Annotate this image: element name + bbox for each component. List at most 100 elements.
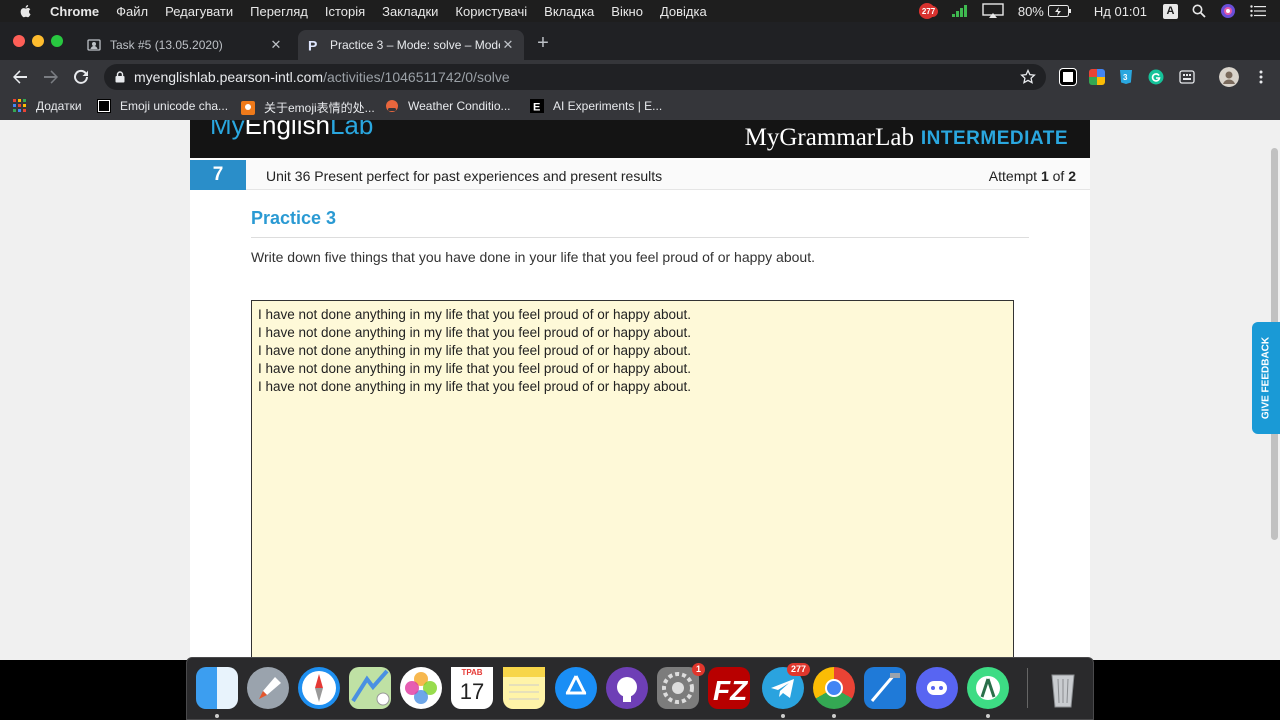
give-feedback-button[interactable]: GIVE FEEDBACK (1252, 322, 1280, 434)
url-host: myenglishlab.pearson-intl.com (134, 69, 324, 85)
extension-keyboard-icon[interactable] (1179, 69, 1195, 85)
myenglishlab-banner: MyEnglishLab MyGrammarLab INTERMEDIATE (190, 120, 1090, 158)
forward-arrow-icon[interactable] (42, 68, 60, 86)
extension-grammarly-icon[interactable] (1148, 69, 1164, 85)
calendar-icon[interactable]: ТРАВ 17 (451, 667, 493, 709)
menu-app-chrome[interactable]: Chrome (50, 4, 99, 19)
running-indicator (781, 714, 785, 718)
apps-grid-icon (13, 99, 26, 112)
bookmark-ai-experiments[interactable]: E AI Experiments | E... (530, 99, 662, 113)
chrome-icon[interactable] (813, 667, 855, 709)
close-window-button[interactable] (13, 35, 25, 47)
dock-separator (1027, 668, 1028, 708)
tab-task-5[interactable]: Task #5 (13.05.2020) ✕ (78, 30, 292, 60)
instruction-text: Write down five things that you have don… (251, 249, 815, 265)
bookmark-weather[interactable]: Weather Conditio... (385, 99, 511, 113)
input-source-indicator[interactable]: A (1163, 3, 1178, 19)
bookmark-star-icon[interactable] (1020, 69, 1036, 85)
menu-view[interactable]: Перегляд (250, 4, 308, 19)
mygrammarlab-title: MyGrammarLab (744, 124, 914, 151)
menu-file[interactable]: Файл (116, 4, 148, 19)
filezilla-icon[interactable]: FZ (708, 667, 750, 709)
tab-close-icon[interactable]: ✕ (500, 37, 516, 53)
pearson-favicon-icon: P (308, 38, 317, 52)
answer-line: I have not done anything in my life that… (258, 361, 692, 376)
xcode-icon[interactable] (864, 667, 906, 709)
minimize-window-button[interactable] (32, 35, 44, 47)
notification-badge: 277 (918, 6, 939, 17)
launchpad-icon[interactable] (247, 667, 289, 709)
zoom-window-button[interactable] (51, 35, 63, 47)
menu-window[interactable]: Вікно (611, 4, 643, 19)
tab-practice-3[interactable]: P Practice 3 – Mode: solve – Mode ✕ (298, 30, 524, 60)
activity-container: MyEnglishLab MyGrammarLab INTERMEDIATE 7… (190, 120, 1090, 660)
airplay-display-icon[interactable] (982, 3, 1004, 19)
classroom-favicon-icon (87, 39, 101, 51)
back-arrow-icon[interactable] (11, 68, 29, 86)
menu-tab[interactable]: Вкладка (544, 4, 594, 19)
android-studio-icon[interactable] (967, 667, 1009, 709)
macos-menu-bar: Chrome Файл Редагувати Перегляд Історія … (0, 0, 1280, 22)
chrome-menu-icon[interactable] (1253, 69, 1269, 85)
calendar-month: ТРАВ (451, 667, 493, 679)
telegram-badge: 277 (786, 663, 810, 676)
running-indicator (832, 714, 836, 718)
trash-icon[interactable] (1042, 667, 1084, 709)
web-page: MyEnglishLab MyGrammarLab INTERMEDIATE 7… (0, 120, 1280, 660)
safari-icon[interactable] (298, 667, 340, 709)
myenglishlab-logo: MyEnglishLab (210, 120, 374, 140)
svg-text:E: E (533, 102, 540, 114)
lock-icon[interactable] (115, 71, 125, 83)
battery-charging-icon[interactable] (1047, 5, 1072, 17)
tab-title: Task #5 (13.05.2020) (110, 38, 223, 52)
weather-icon (386, 100, 398, 112)
practice-title: Practice 3 (251, 208, 337, 228)
menu-help[interactable]: Довідка (660, 4, 707, 19)
bookmark-label: 关于emoji表情的处... (264, 101, 375, 115)
app-store-icon[interactable] (555, 667, 597, 709)
bookmark-emoji-unicode[interactable]: Emoji unicode cha... (97, 99, 228, 113)
notes-icon[interactable] (503, 667, 545, 709)
address-bar[interactable]: myenglishlab.pearson-intl.com/activities… (104, 64, 1046, 90)
bookmark-apps[interactable]: Додатки (13, 99, 82, 113)
menu-edit[interactable]: Редагувати (165, 4, 233, 19)
clock[interactable]: Нд 01:01 (1094, 4, 1147, 19)
macos-dock: ТРАВ 17 1 FZ 277 (186, 657, 1094, 720)
github-desktop-icon[interactable] (606, 667, 648, 709)
system-preferences-icon[interactable]: 1 (657, 663, 705, 709)
menu-people[interactable]: Користувачі (455, 4, 527, 19)
reload-icon[interactable] (72, 68, 90, 86)
unit-title: Unit 36 Present perfect for past experie… (266, 168, 663, 184)
tab-close-icon[interactable]: ✕ (268, 37, 284, 53)
spotlight-search-icon[interactable] (1192, 4, 1206, 18)
bookmark-emoji-chinese[interactable]: 关于emoji表情的处... (241, 99, 375, 116)
menu-history[interactable]: Історія (325, 4, 365, 19)
answer-line: I have not done anything in my life that… (258, 379, 692, 394)
menu-bar-status-area: 277 80% Нд 01:01 A (918, 0, 1280, 22)
telegram-icon[interactable]: 277 (762, 663, 810, 709)
signal-strength-icon[interactable] (951, 5, 968, 17)
discord-icon[interactable] (916, 667, 958, 709)
notification-center-icon[interactable] (1250, 5, 1266, 17)
extension-google-icon[interactable] (1089, 69, 1105, 85)
extension-square-icon[interactable] (1060, 69, 1076, 85)
maps-icon[interactable] (349, 667, 391, 709)
preferences-badge: 1 (691, 663, 705, 676)
url-path: /activities/1046511742/0/solve (323, 69, 510, 85)
profile-avatar-icon[interactable] (1219, 67, 1239, 87)
menu-bookmarks[interactable]: Закладки (382, 4, 438, 19)
siri-icon[interactable] (1220, 3, 1236, 19)
answer-line: I have not done anything in my life that… (258, 325, 692, 340)
extension-css-icon[interactable]: 3 (1118, 69, 1134, 85)
answer-textarea[interactable]: I have not done anything in my life that… (251, 300, 1014, 660)
apple-icon[interactable] (18, 3, 34, 19)
svg-text:FZ: FZ (713, 675, 748, 706)
bookmark-label: Emoji unicode cha... (120, 99, 229, 113)
finder-icon[interactable] (196, 667, 238, 709)
new-tab-button[interactable]: + (534, 33, 552, 53)
photos-icon[interactable] (400, 667, 442, 709)
running-indicator (215, 714, 219, 718)
notification-status-item[interactable]: 277 (918, 2, 939, 20)
level-label: INTERMEDIATE (920, 128, 1068, 149)
answer-line: I have not done anything in my life that… (258, 307, 692, 322)
